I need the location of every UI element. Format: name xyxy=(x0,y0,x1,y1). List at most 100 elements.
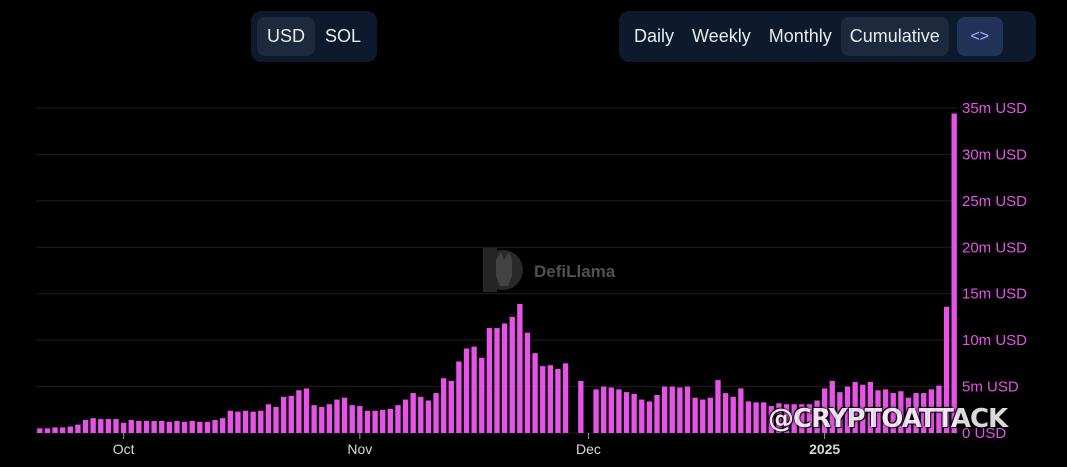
bar[interactable] xyxy=(730,396,736,433)
defillama-watermark: DefiLlama xyxy=(483,248,616,292)
bar[interactable] xyxy=(143,420,150,433)
bar[interactable] xyxy=(341,397,348,433)
bar[interactable] xyxy=(166,421,173,433)
bar[interactable] xyxy=(494,328,500,433)
bar[interactable] xyxy=(425,400,432,434)
bar[interactable] xyxy=(684,386,691,433)
bar[interactable] xyxy=(707,397,714,433)
bar[interactable] xyxy=(418,396,424,433)
bar[interactable] xyxy=(715,380,721,433)
bar[interactable] xyxy=(60,427,66,433)
bar[interactable] xyxy=(197,421,203,433)
bar[interactable] xyxy=(456,361,462,434)
bar[interactable] xyxy=(692,397,698,433)
bar[interactable] xyxy=(52,427,58,433)
bar[interactable] xyxy=(204,421,211,433)
bar[interactable] xyxy=(547,365,553,433)
bar[interactable] xyxy=(517,303,523,433)
bar[interactable] xyxy=(639,399,645,433)
bar[interactable] xyxy=(471,346,477,433)
bar[interactable] xyxy=(951,113,957,433)
bar[interactable] xyxy=(555,368,561,433)
bar[interactable] xyxy=(501,323,508,433)
bar[interactable] xyxy=(761,402,767,433)
bar[interactable] xyxy=(212,420,218,433)
bar[interactable] xyxy=(738,388,744,433)
credit-watermark: @CRYPTOATTACK xyxy=(768,404,1008,434)
bar[interactable] xyxy=(90,418,96,433)
bar[interactable] xyxy=(319,407,325,433)
bar[interactable] xyxy=(311,405,317,433)
bar[interactable] xyxy=(364,410,371,433)
bar[interactable] xyxy=(349,405,355,433)
bar[interactable] xyxy=(669,386,675,433)
bar[interactable] xyxy=(189,420,195,433)
bar[interactable] xyxy=(82,420,89,433)
bar[interactable] xyxy=(601,386,607,433)
bar[interactable] xyxy=(75,424,81,433)
bar[interactable] xyxy=(700,399,706,433)
bar[interactable] xyxy=(159,420,165,433)
bar[interactable] xyxy=(562,363,569,433)
bar[interactable] xyxy=(532,353,538,433)
bar[interactable] xyxy=(722,393,729,433)
bar[interactable] xyxy=(250,411,256,433)
bar[interactable] xyxy=(479,357,485,433)
bar[interactable] xyxy=(646,401,653,433)
bar[interactable] xyxy=(273,407,279,433)
bar[interactable] xyxy=(303,388,310,433)
bar[interactable] xyxy=(623,392,630,433)
bar[interactable] xyxy=(608,387,614,434)
bar[interactable] xyxy=(745,401,752,433)
bar[interactable] xyxy=(753,402,759,433)
bar[interactable] xyxy=(326,404,333,433)
bar[interactable] xyxy=(654,394,660,433)
bar[interactable] xyxy=(661,386,668,433)
bar[interactable] xyxy=(220,418,226,433)
bar[interactable] xyxy=(357,406,363,433)
x-tick-label: 2025 xyxy=(809,441,840,457)
bar[interactable] xyxy=(181,421,188,433)
bar[interactable] xyxy=(174,420,180,433)
bar[interactable] xyxy=(631,394,637,433)
bar[interactable] xyxy=(136,420,142,433)
bar[interactable] xyxy=(258,410,264,433)
bar[interactable] xyxy=(128,420,134,433)
bar[interactable] xyxy=(44,428,51,433)
bar[interactable] xyxy=(265,404,272,433)
bar[interactable] xyxy=(113,419,119,433)
bar[interactable] xyxy=(509,316,515,433)
bar[interactable] xyxy=(235,411,241,433)
bar[interactable] xyxy=(463,348,470,434)
bar[interactable] xyxy=(227,410,233,433)
bar[interactable] xyxy=(380,409,386,433)
bar[interactable] xyxy=(242,410,249,433)
bar[interactable] xyxy=(402,399,409,433)
y-axis: 0 USD5m USD10m USD15m USD20m USD25m USD3… xyxy=(962,100,1027,442)
bar[interactable] xyxy=(296,390,302,433)
bar[interactable] xyxy=(372,410,378,433)
bar[interactable] xyxy=(120,422,127,433)
bar[interactable] xyxy=(448,381,454,433)
bar[interactable] xyxy=(67,426,73,434)
bar[interactable] xyxy=(410,393,416,433)
bar[interactable] xyxy=(395,405,401,433)
bar[interactable] xyxy=(37,428,43,433)
bar[interactable] xyxy=(433,393,439,433)
bar[interactable] xyxy=(151,420,157,433)
bar[interactable] xyxy=(677,387,683,434)
bar[interactable] xyxy=(486,328,493,433)
bar[interactable] xyxy=(334,399,340,433)
bar[interactable] xyxy=(105,419,112,433)
y-tick-label: 15m USD xyxy=(962,286,1027,303)
bar[interactable] xyxy=(288,395,294,433)
bar[interactable] xyxy=(387,408,393,433)
bar[interactable] xyxy=(440,378,447,433)
bar[interactable] xyxy=(593,389,599,433)
bar[interactable] xyxy=(540,366,546,433)
bar[interactable] xyxy=(98,419,104,433)
bar[interactable] xyxy=(616,389,622,433)
bar[interactable] xyxy=(578,381,584,433)
bar[interactable] xyxy=(524,332,531,433)
bar[interactable] xyxy=(280,396,287,433)
